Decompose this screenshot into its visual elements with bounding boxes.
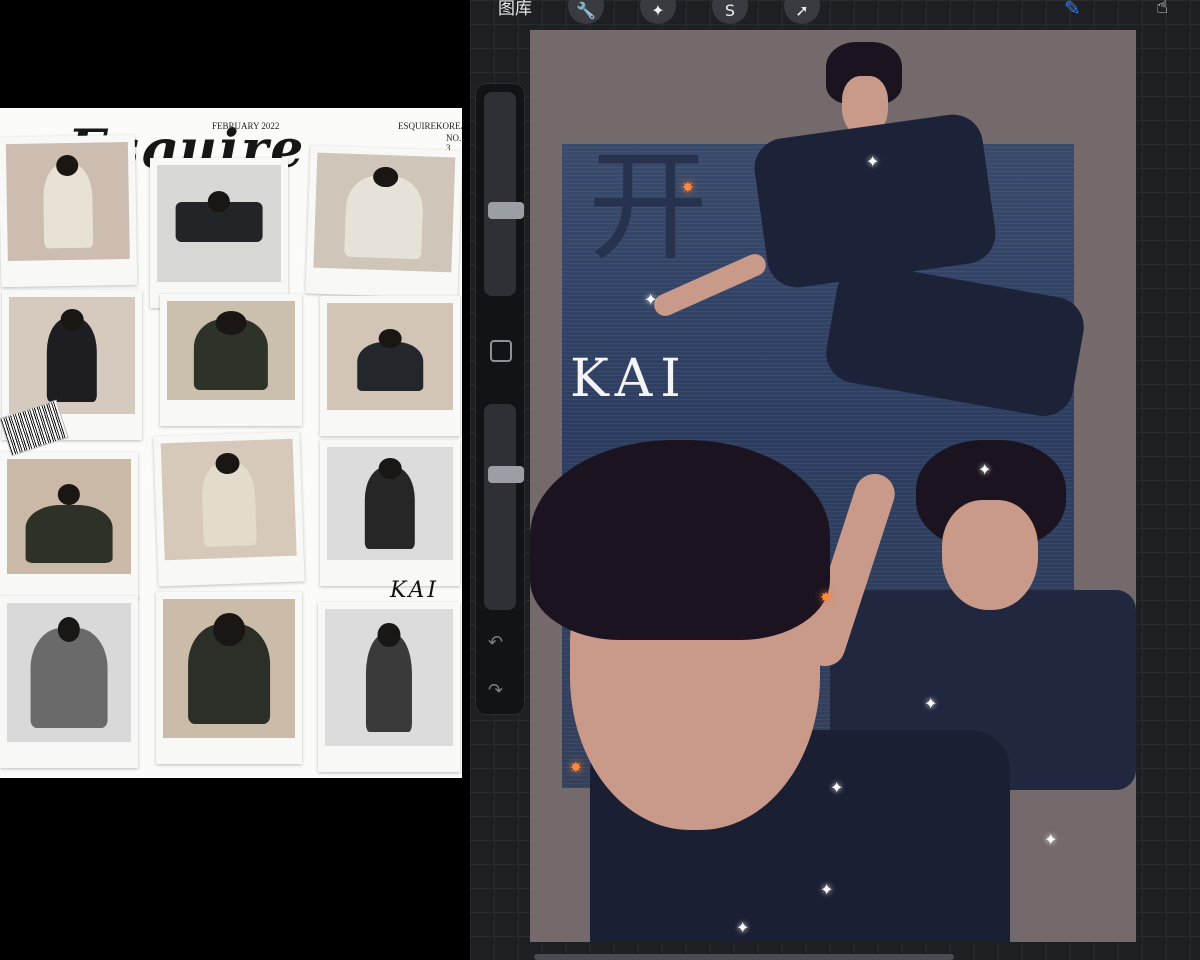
brush-size-thumb[interactable] <box>488 202 524 219</box>
brush-size-slider[interactable] <box>484 92 524 296</box>
polaroid-photo <box>156 592 302 764</box>
wrench-icon[interactable]: 🔧 <box>568 0 604 24</box>
brush-icon[interactable]: ✎ <box>1064 0 1094 20</box>
smudge-icon[interactable]: ☝ <box>1156 0 1190 22</box>
polaroid-photo <box>0 452 138 600</box>
flare-icon: ✸ <box>682 180 694 196</box>
signature-text: KAI <box>390 578 440 603</box>
sparkle-icon: ✦ <box>978 460 992 479</box>
magic-wand-icon[interactable]: ✦ <box>640 0 676 24</box>
cover-website: ESQUIREKOREA.CO.KR <box>398 121 462 131</box>
decorative-glyph: 开 <box>588 138 708 277</box>
gallery-button[interactable]: 图库 <box>498 0 532 19</box>
opacity-slider[interactable] <box>484 404 524 610</box>
sparkle-icon: ✦ <box>736 918 750 937</box>
modify-button[interactable] <box>490 340 512 362</box>
polaroid-photo <box>320 296 460 436</box>
figure-hair-3 <box>530 440 830 640</box>
polaroid-photo <box>153 431 305 587</box>
selection-icon[interactable]: S <box>712 0 748 24</box>
home-indicator <box>534 954 954 960</box>
polaroid-photo <box>305 145 462 299</box>
undo-icon[interactable]: ↶ <box>488 632 503 653</box>
artwork-title: KAI <box>570 349 689 409</box>
drawing-app: 图库 🔧 ✦ S ➚ ✎ ☝ ↶ ↷ 开 KAI ✦ ✦ ✦ ✦ ✦ ✦ ✦ ✦… <box>470 0 1200 960</box>
polaroid-photo <box>150 158 288 308</box>
sparkle-icon: ✦ <box>830 778 844 797</box>
redo-icon[interactable]: ↷ <box>488 680 503 701</box>
transform-arrow-icon[interactable]: ➚ <box>784 0 820 24</box>
flare-icon: ✸ <box>820 590 832 606</box>
sparkle-icon: ✦ <box>820 880 834 899</box>
magazine-cover: Esquire FEBRUARY 2022 ESQUIREKOREA.CO.KR… <box>0 108 462 778</box>
polaroid-photo <box>0 134 138 288</box>
sparkle-icon: ✦ <box>866 152 880 171</box>
polaroid-photo <box>320 440 460 586</box>
issue-date: FEBRUARY 2022 <box>212 121 280 131</box>
polaroid-photo <box>160 294 302 426</box>
sparkle-icon: ✦ <box>1044 830 1058 849</box>
opacity-thumb[interactable] <box>488 466 524 483</box>
polaroid-photo <box>318 602 460 772</box>
sparkle-icon: ✦ <box>644 290 658 309</box>
polaroid-photo <box>0 596 138 768</box>
top-toolbar: 图库 🔧 ✦ S ➚ ✎ ☝ <box>470 0 1200 30</box>
reference-pane: Esquire FEBRUARY 2022 ESQUIREKOREA.CO.KR… <box>0 0 470 960</box>
brush-sidebar: ↶ ↷ <box>476 84 524 714</box>
flare-icon: ✸ <box>570 760 582 776</box>
artwork-canvas[interactable]: 开 KAI ✦ ✦ ✦ ✦ ✦ ✦ ✦ ✦ ✸ ✸ ✸ <box>530 30 1136 942</box>
figure-face-2 <box>942 500 1038 610</box>
sparkle-icon: ✦ <box>924 694 938 713</box>
